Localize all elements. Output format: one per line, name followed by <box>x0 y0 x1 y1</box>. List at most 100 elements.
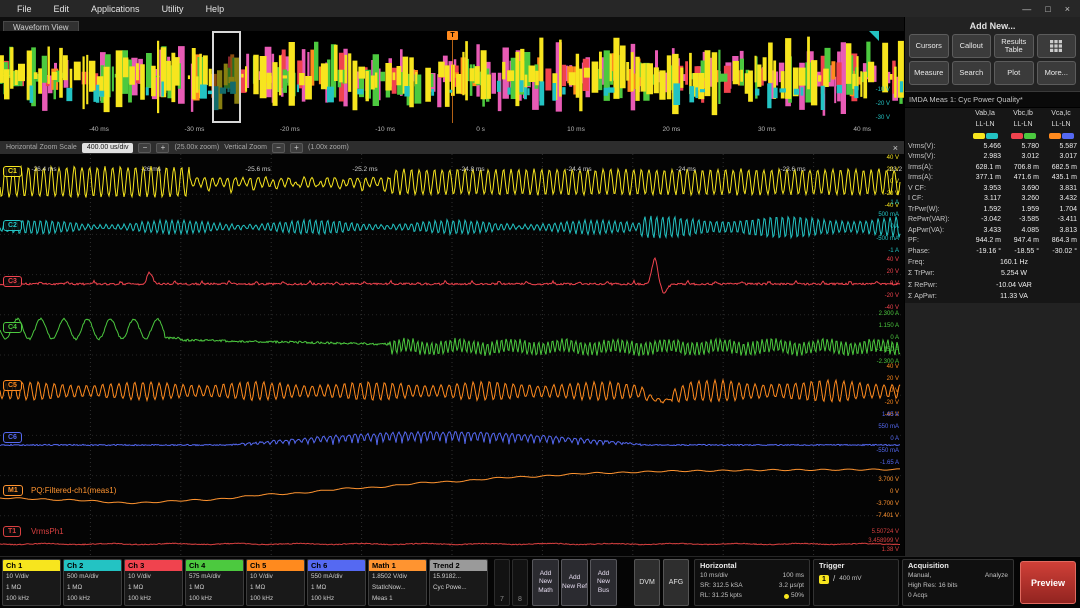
minimize-icon[interactable]: — <box>1022 4 1031 14</box>
setup-badge-trend2[interactable]: Trend 215.9182...Cyc Powe... <box>429 559 488 606</box>
summary-label: Σ TrPwr: <box>905 270 966 277</box>
main-time-label: -24.4 ms <box>566 166 591 173</box>
acquisition-settings-badge[interactable]: Acquisition Manual, Analyze High Res: 16… <box>902 559 1014 606</box>
main-time-label: -26.4 ms <box>31 166 56 173</box>
h-zoom-in-button[interactable]: + <box>156 143 169 153</box>
badge-title: Math 1 <box>369 560 426 571</box>
scale-label-c1: 40 V <box>887 155 899 161</box>
trigger-level-icon[interactable] <box>869 31 879 41</box>
results-table-title[interactable]: IMDA Meas 1: Cyc Power Quality* <box>905 91 1080 108</box>
source-chip <box>1024 133 1036 139</box>
setup-badge-ch1[interactable]: Ch 110 V/div1 MΩ100 kHz <box>2 559 61 606</box>
setup-badge-ch6[interactable]: Ch 6550 mA/div1 MΩ100 kHz <box>307 559 366 606</box>
row-label: Phase: <box>905 248 966 255</box>
setup-badge-ch5[interactable]: Ch 510 V/div1 MΩ100 kHz <box>246 559 305 606</box>
row-value: 3.012 <box>1004 153 1042 160</box>
setup-badge-math1[interactable]: Math 11.8502 V/divStatIcNow...Meas 1 <box>368 559 427 606</box>
row-value: 1.959 <box>1004 206 1042 213</box>
menu-items: FileEditApplicationsUtilityHelp <box>0 2 235 16</box>
horizontal-zoom-scale-label: Horizontal Zoom Scale <box>6 144 77 151</box>
zoom-selection-box[interactable] <box>212 31 241 123</box>
scale-label-c1: 20 V <box>887 167 899 173</box>
menu-utility[interactable]: Utility <box>151 2 195 16</box>
maximize-icon[interactable]: □ <box>1045 4 1050 14</box>
v-zoom-in-button[interactable]: + <box>290 143 303 153</box>
vertical-zoom-label: Vertical Zoom <box>224 144 267 151</box>
overview-waveform-strip[interactable]: C1 T -40 ms-30 ms-20 ms-10 ms0 s10 ms20 … <box>0 31 904 141</box>
menu-file[interactable]: File <box>6 2 43 16</box>
results-row: Vrms(V):5.4665.7805.587 <box>905 141 1080 152</box>
badge-line: 10 V/div <box>125 571 182 582</box>
measure-button[interactable]: Measure <box>909 61 949 85</box>
badge-line: 100 kHz <box>308 593 365 604</box>
row-value: -18.55 ° <box>1004 248 1042 255</box>
more-button[interactable]: More... <box>1037 61 1077 85</box>
scale-label-c1: 0 V <box>890 179 899 185</box>
setup-badge-ch4[interactable]: Ch 4575 mA/div1 MΩ100 kHz <box>185 559 244 606</box>
badge-line: 575 mA/div <box>186 571 243 582</box>
row-value: 1.704 <box>1042 206 1080 213</box>
overview-scale-label: -20 V <box>876 101 890 107</box>
setup-badge-ch2[interactable]: Ch 2500 mA/div1 MΩ100 kHz <box>63 559 122 606</box>
add-new-bus-button[interactable]: Add New Bus <box>590 559 617 606</box>
row-label: Vrms(V): <box>905 153 966 160</box>
trigger-position-icon[interactable]: T <box>447 31 458 40</box>
channel-slot-8[interactable]: 8 <box>512 559 528 606</box>
scale-label-m1: -3.700 V <box>876 501 899 507</box>
preview-button[interactable]: Preview <box>1020 561 1076 604</box>
channel-badge-c4[interactable]: C4 <box>3 322 22 333</box>
waveform-traces <box>0 154 904 556</box>
summary-row: Σ RePwr:-10.04 VAR <box>905 280 1080 292</box>
dvm-button[interactable]: DVM <box>634 559 660 606</box>
sub-header: LL-LN <box>966 121 1004 128</box>
sample-rate: SR: 312.5 kSA <box>700 581 743 591</box>
v-zoom-out-button[interactable]: − <box>272 143 285 153</box>
search-button[interactable]: Search <box>952 61 992 85</box>
channel-badge-c2[interactable]: C2 <box>3 220 22 231</box>
trigger-settings-badge[interactable]: Trigger 1 / 400 mV <box>813 559 899 606</box>
channel-badge-m1[interactable]: M1 <box>3 485 23 496</box>
row-label: I CF: <box>905 195 966 202</box>
results-table-button[interactable]: Results Table <box>994 34 1034 58</box>
main-time-label: -26 ms <box>141 166 161 173</box>
channel-badge-c5[interactable]: C5 <box>3 380 22 391</box>
h-zoom-out-button[interactable]: − <box>138 143 151 153</box>
results-col-headers: Vab,IaVbc,IbVca,Ic <box>905 108 1080 119</box>
plot-button[interactable]: Plot <box>994 61 1034 85</box>
callout-button[interactable]: Callout <box>952 34 992 58</box>
menu-edit[interactable]: Edit <box>43 2 81 16</box>
channel-slot-7[interactable]: 7 <box>494 559 510 606</box>
col-header: Vab,Ia <box>966 110 1004 117</box>
horizontal-settings-badge[interactable]: Horizontal 10 ms/div 100 ms SR: 312.5 kS… <box>694 559 810 606</box>
zoom-grid-button[interactable] <box>1037 34 1077 58</box>
close-zoom-icon[interactable]: × <box>893 143 898 153</box>
bottom-settings-bar: Ch 110 V/div1 MΩ100 kHzCh 2500 mA/div1 M… <box>0 556 1080 608</box>
oscilloscope-app: FileEditApplicationsUtilityHelp — □ × Wa… <box>0 0 1080 608</box>
close-icon[interactable]: × <box>1065 4 1070 14</box>
summary-value: 11.33 VA <box>966 293 1080 300</box>
main-waveform-view[interactable]: -26.4 ms-26 ms-25.6 ms-25.2 ms-24.8 ms-2… <box>0 154 904 556</box>
afg-button[interactable]: AFG <box>663 559 689 606</box>
add-new-button-grid: Cursors Callout Results Table Measure Se… <box>905 34 1080 85</box>
menu-applications[interactable]: Applications <box>80 2 151 16</box>
setup-badge-ch3[interactable]: Ch 310 V/div1 MΩ100 kHz <box>124 559 183 606</box>
horizontal-zoom-scale-value[interactable]: 400.00 us/div <box>82 143 134 153</box>
summary-label: Freq: <box>905 259 966 266</box>
scale-label-c2: 0 A <box>890 224 899 230</box>
results-row: RePwr(VAR):-3.042-3.585-3.411 <box>905 215 1080 226</box>
scale-label-c5: 0 V <box>890 388 899 394</box>
results-table-header: Vab,IaVbc,IbVca,IcLL-LNLL-LNLL-LN <box>905 108 1080 141</box>
channel-badge-c3[interactable]: C3 <box>3 276 22 287</box>
measurement-results-table[interactable]: IMDA Meas 1: Cyc Power Quality* Vab,IaVb… <box>905 91 1080 303</box>
row-value: 471.6 m <box>1004 174 1042 181</box>
add-new-ref-button[interactable]: Add New Ref <box>561 559 588 606</box>
channel-badge-c6[interactable]: C6 <box>3 432 22 443</box>
channel-badge-c1[interactable]: C1 <box>3 166 22 177</box>
cursors-button[interactable]: Cursors <box>909 34 949 58</box>
add-new-math-button[interactable]: Add New Math <box>532 559 559 606</box>
badge-line: StatIcNow... <box>369 582 426 593</box>
channel-badge-t1[interactable]: T1 <box>3 526 21 537</box>
menu-help[interactable]: Help <box>195 2 236 16</box>
badge-line: 1 MΩ <box>3 582 60 593</box>
summary-value: 5.254 W <box>966 270 1080 277</box>
